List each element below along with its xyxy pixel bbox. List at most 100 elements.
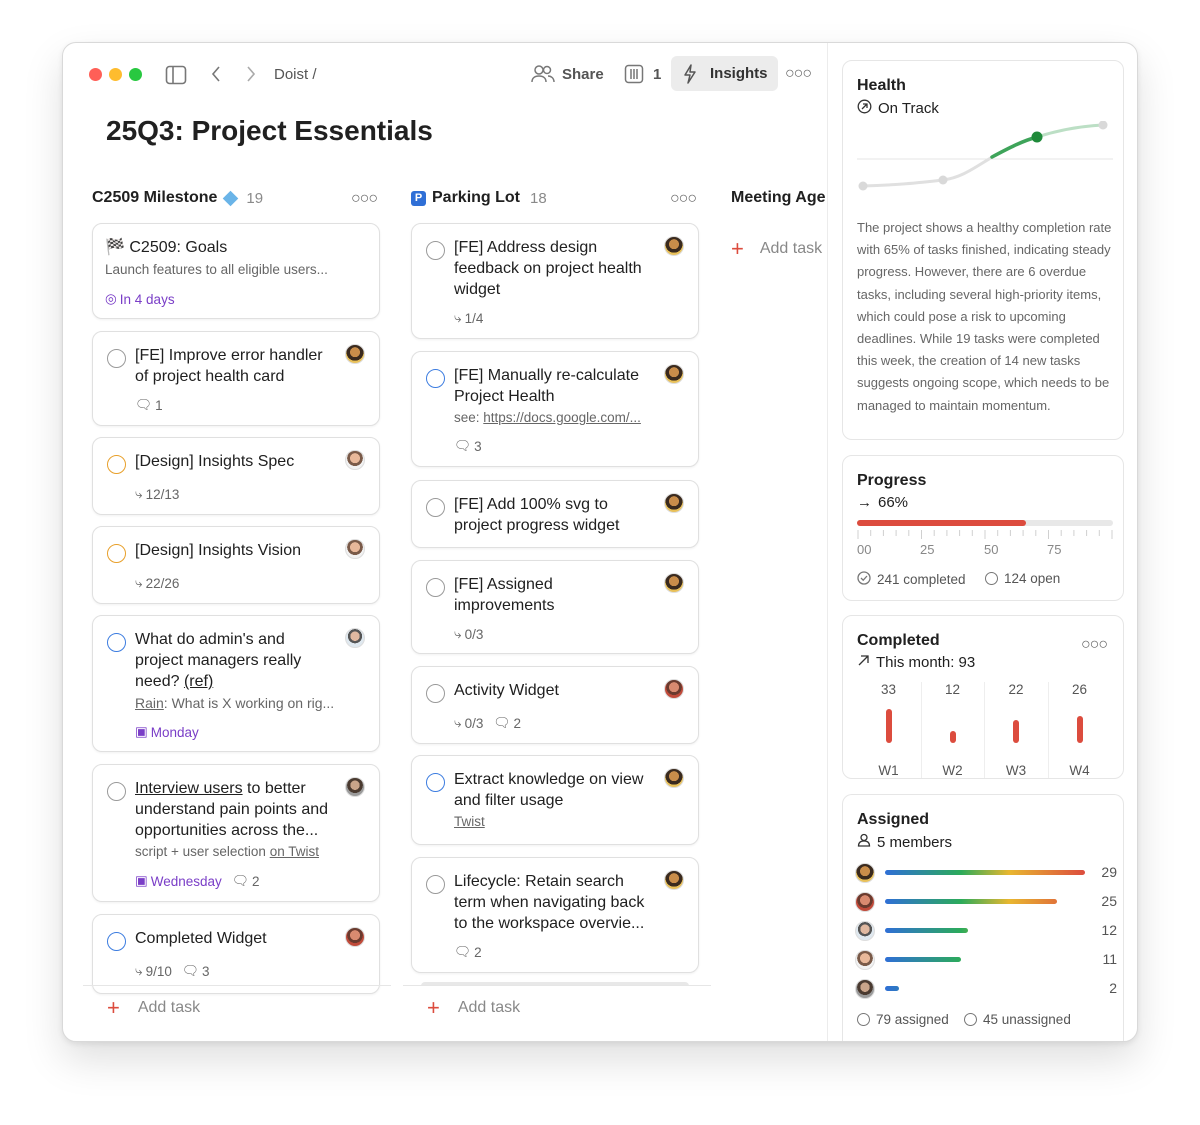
task-card[interactable]: [FE] Assigned improvements ⤷ 0/3 (411, 560, 699, 654)
twist-link[interactable]: on Twist (270, 844, 319, 859)
task-checkbox[interactable] (107, 455, 126, 474)
week-count-label: 26 (1071, 682, 1088, 697)
assignee-avatar[interactable] (664, 768, 684, 788)
task-title: [FE] Address design feedback on project … (454, 239, 642, 298)
task-card[interactable]: [FE] Add 100% svg to project progress wi… (411, 480, 699, 548)
assignee-avatar[interactable] (664, 573, 684, 593)
weekly-bar-chart: 33 W1 12 W2 22 W3 26 W4 (857, 616, 1111, 780)
task-checkbox[interactable] (107, 633, 126, 652)
minimize-window-button[interactable] (109, 68, 122, 81)
task-title-text: What do admin's and project managers rea… (135, 631, 302, 690)
assignee-avatar[interactable] (855, 863, 875, 883)
app-window: Doist / Share 1 Insights ○○○ 25Q3: Proje… (62, 42, 1138, 1042)
add-task-button-col2[interactable]: + Add task (427, 995, 520, 1021)
task-checkbox[interactable] (426, 578, 445, 597)
assignee-bar (885, 928, 968, 933)
assignee-avatar[interactable] (345, 927, 365, 947)
task-card[interactable]: [FE] Improve error handler of project he… (92, 331, 380, 426)
task-title: [FE] Manually re-calculate Project Healt… (454, 367, 639, 405)
assignee-row[interactable]: 25 (855, 892, 1117, 912)
unassigned-circle-icon (964, 1013, 977, 1026)
task-card[interactable]: [FE] Manually re-calculate Project Healt… (411, 351, 699, 467)
share-button[interactable]: Share (562, 66, 604, 83)
assignee-count: 25 (1101, 893, 1117, 909)
task-card[interactable]: What do admin's and project managers rea… (92, 615, 380, 752)
share-people-icon[interactable] (530, 64, 556, 89)
task-card[interactable]: Interview users to better understand pai… (92, 764, 380, 902)
assignee-avatar[interactable] (664, 679, 684, 699)
add-task-button-col3[interactable]: + Add task (731, 236, 822, 262)
rain-link[interactable]: Rain (135, 695, 164, 711)
assignee-avatar[interactable] (345, 344, 365, 364)
diamond-icon (223, 190, 239, 206)
assignee-row[interactable]: 29 (855, 863, 1117, 883)
assignee-avatar[interactable] (345, 628, 365, 648)
task-meta: ▣ Wednesday 🗨 2 (135, 873, 259, 889)
task-meta: ⤷ 1/4 (454, 310, 483, 326)
task-card[interactable]: [FE] Address design feedback on project … (411, 223, 699, 339)
week-label: W2 (942, 763, 963, 778)
health-title: Health (857, 77, 906, 94)
description-text: see: (454, 410, 484, 425)
progress-percent: 66% (878, 494, 909, 511)
assignee-avatar[interactable] (855, 892, 875, 912)
assignee-avatar[interactable] (664, 493, 684, 513)
task-card[interactable]: [Design] Insights Vision ⤷ 22/26 (92, 526, 380, 604)
board-view-icon[interactable] (624, 64, 644, 89)
add-task-button-col1[interactable]: + Add task (107, 995, 200, 1021)
back-chevron-icon[interactable] (211, 65, 221, 88)
ref-link[interactable]: (ref) (184, 673, 213, 690)
more-options-icon[interactable]: ○○○ (785, 65, 812, 83)
task-card[interactable]: Extract knowledge on view and filter usa… (411, 755, 699, 845)
task-checkbox[interactable] (426, 369, 445, 388)
due-date[interactable]: ◎ In 4 days (105, 291, 175, 307)
insights-button[interactable]: Insights (671, 56, 778, 91)
assignee-avatar[interactable] (664, 870, 684, 890)
twist-link[interactable]: Twist (454, 814, 485, 829)
task-card[interactable]: Lifecycle: Retain search term when navig… (411, 857, 699, 973)
close-window-button[interactable] (89, 68, 102, 81)
task-checkbox[interactable] (426, 241, 445, 260)
assignee-avatar[interactable] (664, 236, 684, 256)
insights-panel: Health On Track The project shows a heal… (827, 43, 1137, 1041)
task-checkbox[interactable] (426, 773, 445, 792)
task-card[interactable]: Activity Widget ⤷ 0/3 🗨 2 (411, 666, 699, 744)
assignee-avatar[interactable] (664, 364, 684, 384)
task-checkbox[interactable] (426, 875, 445, 894)
assignee-avatar[interactable] (855, 921, 875, 941)
divider (403, 985, 711, 986)
zoom-window-button[interactable] (129, 68, 142, 81)
week-label: W3 (1005, 763, 1027, 778)
docs-link[interactable]: https://docs.google.com/... (483, 410, 641, 425)
column-more-icon[interactable]: ○○○ (351, 190, 378, 208)
progress-tick: 50 (984, 542, 999, 557)
breadcrumb[interactable]: Doist / (274, 66, 317, 83)
sidebar-toggle-icon[interactable] (165, 65, 187, 90)
task-checkbox[interactable] (107, 932, 126, 951)
assignee-avatar[interactable] (855, 950, 875, 970)
task-checkbox[interactable] (426, 684, 445, 703)
task-card[interactable]: [Design] Insights Spec ⤷ 12/13 (92, 437, 380, 515)
due-date[interactable]: ▣ Wednesday (135, 873, 222, 889)
task-checkbox[interactable] (107, 349, 126, 368)
assignee-avatar[interactable] (345, 539, 365, 559)
task-checkbox[interactable] (426, 498, 445, 517)
task-meta: ⤷ 12/13 (135, 486, 179, 502)
task-card[interactable]: 🏁 C2509: Goals Launch features to all el… (92, 223, 380, 319)
task-card[interactable]: Completed Widget ⤷ 9/10 🗨 3 (92, 914, 380, 994)
task-title: Completed Widget (135, 930, 267, 947)
task-checkbox[interactable] (107, 782, 126, 801)
assignee-avatar[interactable] (345, 777, 365, 797)
interview-users-link[interactable]: Interview users (135, 780, 243, 797)
assignee-row[interactable]: 2 (855, 979, 1117, 999)
add-task-label: Add task (759, 240, 823, 257)
task-checkbox[interactable] (107, 544, 126, 563)
assignee-row[interactable]: 12 (855, 921, 1117, 941)
assignee-row[interactable]: 11 (855, 950, 1117, 970)
due-date[interactable]: ▣ Monday (135, 724, 199, 740)
assignee-avatar[interactable] (855, 979, 875, 999)
view-count[interactable]: 1 (653, 66, 661, 83)
assignee-avatar[interactable] (345, 450, 365, 470)
forward-chevron-icon[interactable] (246, 65, 256, 88)
column-more-icon[interactable]: ○○○ (670, 190, 697, 208)
